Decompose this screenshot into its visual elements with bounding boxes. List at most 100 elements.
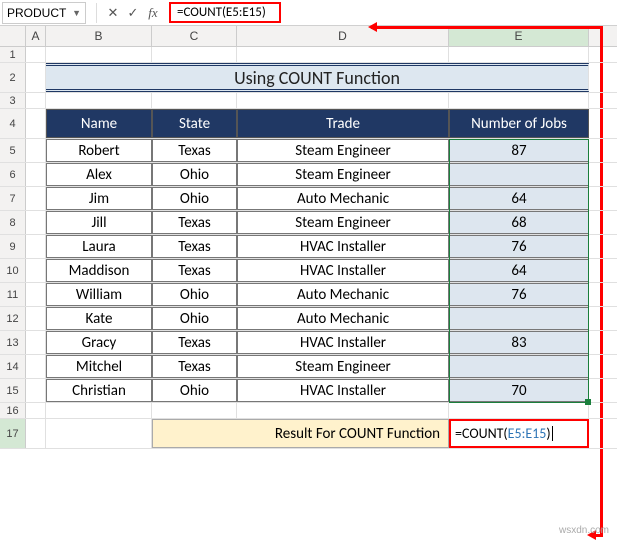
cell-state[interactable]: Texas <box>152 139 237 162</box>
cell-jobs[interactable]: 64 <box>449 259 589 282</box>
cell[interactable] <box>26 63 46 92</box>
cell-jobs[interactable]: 64 <box>449 187 589 210</box>
cell-state[interactable]: Ohio <box>152 307 237 330</box>
cell-state[interactable]: Texas <box>152 259 237 282</box>
row-header[interactable]: 5 <box>0 139 26 162</box>
cell-trade[interactable]: Steam Engineer <box>237 139 449 162</box>
row-header[interactable]: 17 <box>0 419 26 448</box>
cell-jobs[interactable] <box>449 355 589 378</box>
cell[interactable] <box>26 403 46 418</box>
table-header-state[interactable]: State <box>152 109 237 138</box>
cell-trade[interactable]: Auto Mechanic <box>237 187 449 210</box>
cell-name[interactable]: Gracy <box>46 331 152 354</box>
cell-trade[interactable]: HVAC Installer <box>237 379 449 402</box>
cell-state[interactable]: Texas <box>152 331 237 354</box>
cell-state[interactable]: Ohio <box>152 187 237 210</box>
row-header[interactable]: 15 <box>0 379 26 402</box>
col-header-C[interactable]: C <box>152 26 237 46</box>
cell[interactable] <box>26 259 46 282</box>
cell[interactable] <box>449 47 589 62</box>
cell[interactable] <box>152 403 237 418</box>
row-header[interactable]: 9 <box>0 235 26 258</box>
cell[interactable] <box>26 93 46 108</box>
cell-trade[interactable]: HVAC Installer <box>237 235 449 258</box>
cell[interactable] <box>26 419 46 448</box>
table-header-jobs[interactable]: Number of Jobs <box>449 109 589 138</box>
cell[interactable] <box>26 109 46 138</box>
cell[interactable] <box>46 419 152 448</box>
cell-jobs[interactable] <box>449 307 589 330</box>
result-label[interactable]: Result For COUNT Function <box>152 419 449 448</box>
cell[interactable] <box>237 47 449 62</box>
cell[interactable] <box>46 93 152 108</box>
cell-name[interactable]: Christian <box>46 379 152 402</box>
cell[interactable] <box>237 403 449 418</box>
cell-state[interactable]: Texas <box>152 355 237 378</box>
cell-trade[interactable]: Auto Mechanic <box>237 283 449 306</box>
cell-jobs[interactable]: 87 <box>449 139 589 162</box>
row-header[interactable]: 16 <box>0 403 26 418</box>
cell-state[interactable]: Ohio <box>152 379 237 402</box>
row-header[interactable]: 13 <box>0 331 26 354</box>
cell-name[interactable]: Robert <box>46 139 152 162</box>
cell[interactable] <box>237 93 449 108</box>
cell-trade[interactable]: Steam Engineer <box>237 163 449 186</box>
cell-name[interactable]: Maddison <box>46 259 152 282</box>
cell-jobs[interactable]: 83 <box>449 331 589 354</box>
row-header[interactable]: 1 <box>0 47 26 62</box>
cell-jobs[interactable]: 70 <box>449 379 589 402</box>
cell-trade[interactable]: HVAC Installer <box>237 331 449 354</box>
col-header-E[interactable]: E <box>449 26 589 46</box>
cell-jobs[interactable]: 76 <box>449 235 589 258</box>
cell[interactable] <box>26 139 46 162</box>
cell-jobs[interactable]: 68 <box>449 211 589 234</box>
row-header[interactable]: 8 <box>0 211 26 234</box>
cell-trade[interactable]: Steam Engineer <box>237 355 449 378</box>
cell-name[interactable]: Kate <box>46 307 152 330</box>
cell-state[interactable]: Ohio <box>152 163 237 186</box>
cell[interactable] <box>26 283 46 306</box>
cell-name[interactable]: Mitchel <box>46 355 152 378</box>
cell-name[interactable]: Jim <box>46 187 152 210</box>
row-header[interactable]: 11 <box>0 283 26 306</box>
result-cell[interactable]: =COUNT(E5:E15) <box>449 419 589 448</box>
select-all-corner[interactable] <box>0 26 26 46</box>
cell[interactable] <box>26 307 46 330</box>
cell-name[interactable]: William <box>46 283 152 306</box>
row-header[interactable]: 10 <box>0 259 26 282</box>
cell-name[interactable]: Alex <box>46 163 152 186</box>
col-header-A[interactable]: A <box>26 26 46 46</box>
enter-icon[interactable]: ✓ <box>123 3 143 23</box>
cell[interactable] <box>152 47 237 62</box>
cell-jobs[interactable]: 76 <box>449 283 589 306</box>
formula-input[interactable]: =COUNT(E5:E15) <box>169 2 281 23</box>
cancel-icon[interactable]: ✕ <box>103 3 123 23</box>
cell[interactable] <box>26 187 46 210</box>
cell-name[interactable]: Jill <box>46 211 152 234</box>
cell-trade[interactable]: Steam Engineer <box>237 211 449 234</box>
cell-name[interactable]: Laura <box>46 235 152 258</box>
cell[interactable] <box>26 235 46 258</box>
row-header[interactable]: 6 <box>0 163 26 186</box>
chevron-down-icon[interactable]: ▼ <box>72 8 81 18</box>
cell[interactable] <box>449 403 589 418</box>
cell[interactable] <box>449 93 589 108</box>
cell-trade[interactable]: Auto Mechanic <box>237 307 449 330</box>
cell-jobs[interactable] <box>449 163 589 186</box>
name-box[interactable]: PRODUCT ▼ <box>2 2 86 24</box>
cell[interactable] <box>46 403 152 418</box>
row-header[interactable]: 7 <box>0 187 26 210</box>
cell[interactable] <box>26 211 46 234</box>
cell-state[interactable]: Texas <box>152 235 237 258</box>
cell[interactable] <box>26 379 46 402</box>
row-header[interactable]: 12 <box>0 307 26 330</box>
page-title[interactable]: Using COUNT Function <box>46 63 589 92</box>
row-header[interactable]: 2 <box>0 63 26 92</box>
cell[interactable] <box>46 47 152 62</box>
cell-state[interactable]: Ohio <box>152 283 237 306</box>
cell-trade[interactable]: HVAC Installer <box>237 259 449 282</box>
col-header-D[interactable]: D <box>237 26 449 46</box>
cell[interactable] <box>26 331 46 354</box>
cell[interactable] <box>152 93 237 108</box>
cell[interactable] <box>26 355 46 378</box>
